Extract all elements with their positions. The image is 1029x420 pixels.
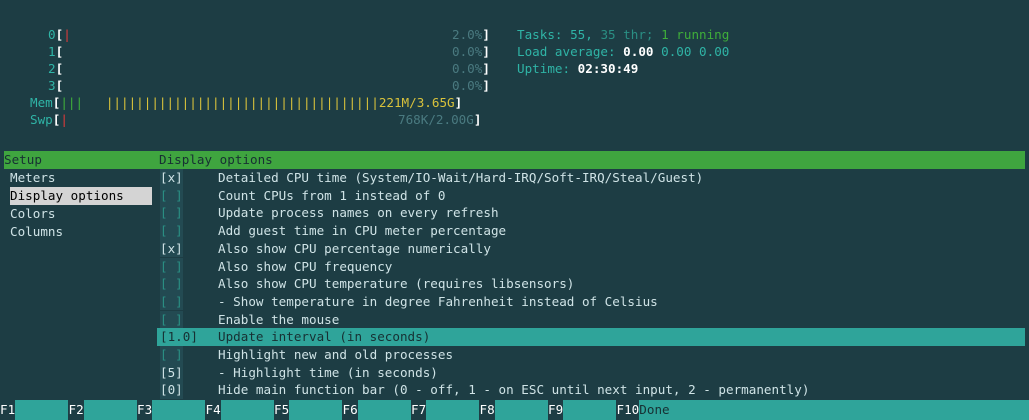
option-checkbox[interactable]: [5] xyxy=(160,363,183,382)
fkey-label xyxy=(563,400,617,420)
option-label: - Highlight time (in seconds) xyxy=(218,364,438,380)
option-checkbox[interactable]: [ ] xyxy=(160,292,183,311)
option-checkbox[interactable]: [ ] xyxy=(160,204,183,222)
fkey-label xyxy=(220,400,274,420)
cpu-meter-2: 2[ xyxy=(48,61,64,76)
option-label: Update process names on every refresh xyxy=(218,205,499,221)
fkey-label: Done xyxy=(639,400,1029,420)
panel-header-bar xyxy=(4,151,1025,169)
fkey-f6[interactable]: F6 xyxy=(343,400,412,420)
panel-title: Display options xyxy=(159,152,273,167)
fkey-f3[interactable]: F3 xyxy=(137,400,206,420)
option-row[interactable]: [ ] Also show CPU frequency xyxy=(157,257,1017,276)
load-average: Load average: 0.00 0.00 0.00 xyxy=(517,44,730,59)
cpu-pct-1: 0.0%] xyxy=(452,44,490,59)
cpu-pct-3: 0.0%] xyxy=(452,78,490,93)
fkey-number: F3 xyxy=(137,402,153,417)
mem-label: Mem xyxy=(30,95,53,110)
fkey-f10[interactable]: F10 Done xyxy=(617,400,1029,420)
fkey-number: F5 xyxy=(274,402,290,417)
fkey-label xyxy=(494,400,548,420)
sidebar-header: Setup xyxy=(4,151,152,169)
option-checkbox[interactable]: [1.0] xyxy=(160,328,198,346)
option-row[interactable]: [ ] Also show CPU temperature (requires l… xyxy=(157,275,1017,293)
option-checkbox[interactable]: [x] xyxy=(160,239,183,258)
option-row[interactable]: [x] Also show CPU percentage numerically xyxy=(157,239,1017,258)
cpu-label: 1 xyxy=(48,44,56,59)
cpu-label: 0 xyxy=(48,27,56,42)
cpu-pct-2: 0.0%] xyxy=(452,61,490,76)
option-row[interactable]: [ ] Enable the mouse xyxy=(157,310,1017,329)
fkey-number: F6 xyxy=(342,402,358,417)
option-label: Detailed CPU time (System/IO-Wait/Hard-I… xyxy=(218,170,704,185)
tasks-info: Tasks: 55, 35 thr; 1 running xyxy=(517,27,730,42)
swap-value: 768K/2.00G xyxy=(398,112,474,127)
option-label: Update interval (in seconds) xyxy=(218,329,431,345)
fkey-f5[interactable]: F5 xyxy=(274,400,343,420)
fkey-label xyxy=(15,400,69,420)
cpu-label: 2 xyxy=(48,61,56,76)
option-row[interactable]: [ ] Highlight new and old processes xyxy=(157,346,1017,364)
mem-value: 221M/3.65G xyxy=(378,95,455,110)
option-row[interactable]: [5] - Highlight time (in seconds) xyxy=(157,363,1017,382)
option-row[interactable]: [0] Hide main function bar (0 - off, 1 - … xyxy=(157,381,1017,399)
fkey-f7[interactable]: F7 xyxy=(411,400,480,420)
option-label: Enable the mouse xyxy=(218,311,340,327)
option-label: Count CPUs from 1 instead of 0 xyxy=(218,187,446,203)
fkey-f2[interactable]: F2 xyxy=(69,400,138,420)
option-checkbox[interactable]: [ ] xyxy=(160,310,183,329)
fkey-number: F8 xyxy=(479,402,495,417)
option-label: Add guest time in CPU meter percentage xyxy=(218,223,507,239)
option-checkbox[interactable]: [ ] xyxy=(160,257,183,276)
sidebar-item-colors[interactable]: Colors xyxy=(10,205,56,223)
cpu-label: 3 xyxy=(48,78,56,93)
option-label: Also show CPU frequency xyxy=(218,258,393,274)
uptime: Uptime: 02:30:49 xyxy=(517,61,639,76)
fkey-f9[interactable]: F9 xyxy=(548,400,617,420)
cpu-pct-0: 2.0%] xyxy=(452,27,490,42)
fkey-f4[interactable]: F4 xyxy=(206,400,275,420)
sidebar-item-columns[interactable]: Columns xyxy=(10,223,63,241)
fkey-number: F1 xyxy=(0,402,16,417)
cpu-meter-3: 3[ xyxy=(48,78,64,93)
option-label: - Show temperature in degree Fahrenheit … xyxy=(218,293,658,309)
fkey-f1[interactable]: F1 xyxy=(0,400,69,420)
swap-label: Swp xyxy=(30,112,53,127)
fkey-number: F7 xyxy=(411,402,427,417)
option-row[interactable]: [ ] - Show temperature in degree Fahrenhe… xyxy=(157,292,1017,311)
swap-meter: Swp[| xyxy=(30,112,68,127)
option-label: Highlight new and old processes xyxy=(218,347,454,362)
option-label: Also show CPU temperature (requires libs… xyxy=(218,276,575,292)
fkey-label xyxy=(83,400,137,420)
option-row[interactable]: [ ] Update process names on every refresh xyxy=(157,204,1017,222)
fkey-label xyxy=(289,400,343,420)
cpu-meter-0: 0[| xyxy=(48,27,71,42)
fkey-f8[interactable]: F8 xyxy=(480,400,549,420)
option-row[interactable]: [x] Detailed CPU time (System/IO-Wait/Har… xyxy=(157,169,1017,187)
option-checkbox[interactable]: [ ] xyxy=(160,186,183,205)
fkey-number: F9 xyxy=(548,402,564,417)
htop-setup-screen: 0[| 1[ 2[ 3[ 2.0%] 0.0%] 0.0%] 0.0%] Mem… xyxy=(0,0,1029,420)
cpu-meter-1: 1[ xyxy=(48,44,64,59)
sidebar-item-meters[interactable]: Meters xyxy=(10,169,56,187)
option-checkbox[interactable]: [x] xyxy=(160,169,183,187)
option-label: Also show CPU percentage numerically xyxy=(218,240,491,256)
option-checkbox[interactable]: [ ] xyxy=(160,222,183,240)
option-row[interactable]: [ ] Add guest time in CPU meter percentag… xyxy=(157,222,1017,240)
option-label: Hide main function bar (0 - off, 1 - on … xyxy=(218,382,810,398)
option-row[interactable]: [1.0] Update interval (in seconds) xyxy=(157,328,1025,346)
fkey-label xyxy=(152,400,206,420)
option-row[interactable]: [ ] Count CPUs from 1 instead of 0 xyxy=(157,186,1017,205)
fkey-label xyxy=(357,400,411,420)
fkey-label xyxy=(426,400,480,420)
option-checkbox[interactable]: [0] xyxy=(160,381,183,399)
option-checkbox[interactable]: [ ] xyxy=(160,346,183,364)
swap-value-wrap: 768K/2.00G] xyxy=(398,112,482,127)
sidebar-item-display-options[interactable]: Display options xyxy=(10,187,152,205)
fkey-number: F10 xyxy=(616,402,640,417)
mem-meter: Mem[||| ||||||||||||||||||||||||||||||||… xyxy=(30,95,463,110)
option-checkbox[interactable]: [ ] xyxy=(160,275,183,293)
fkey-number: F2 xyxy=(68,402,84,417)
fkey-number: F4 xyxy=(205,402,221,417)
